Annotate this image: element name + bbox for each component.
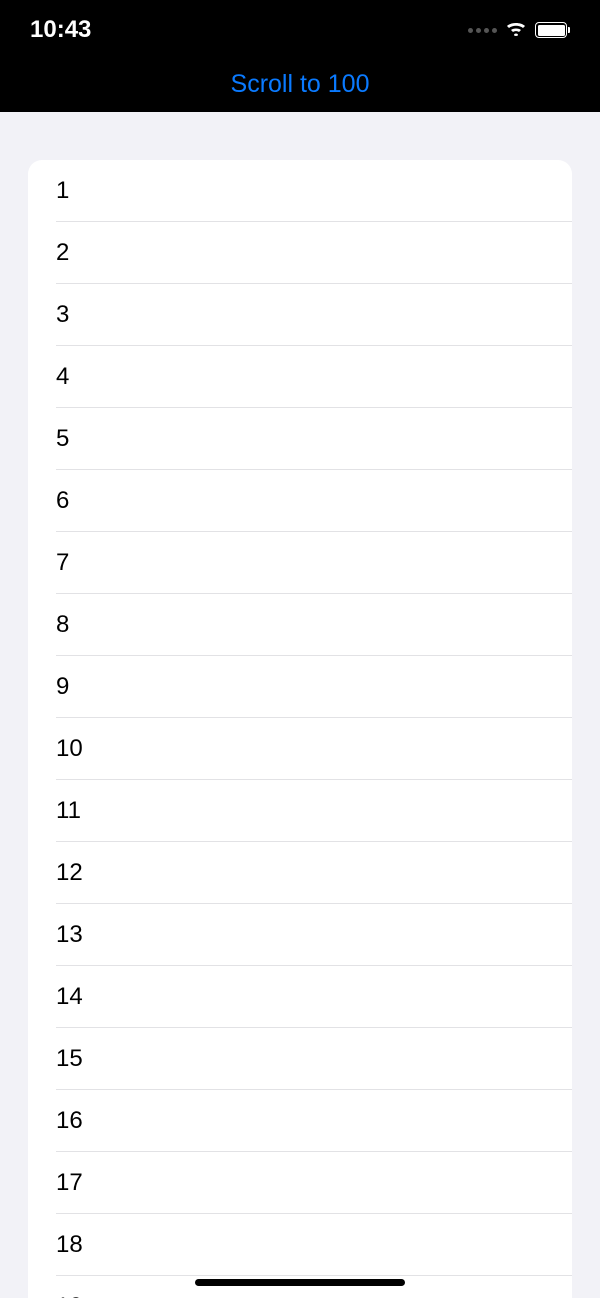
list-item[interactable]: 3 — [28, 284, 572, 346]
list-item[interactable]: 7 — [28, 532, 572, 594]
battery-icon — [535, 22, 570, 38]
list-item[interactable]: 8 — [28, 594, 572, 656]
list-item-label: 19 — [56, 1293, 83, 1298]
scroll-to-100-button[interactable]: Scroll to 100 — [231, 70, 370, 99]
list-item-label: 16 — [56, 1107, 83, 1135]
list-item-label: 1 — [56, 177, 69, 205]
cellular-dots-icon — [468, 28, 497, 33]
content-area[interactable]: 1 2 3 4 5 6 7 8 9 10 11 12 13 14 15 16 1… — [0, 112, 600, 1298]
list-item-label: 2 — [56, 239, 69, 267]
list-item-label: 15 — [56, 1045, 83, 1073]
status-time: 10:43 — [30, 16, 91, 44]
list-item-label: 18 — [56, 1231, 83, 1259]
list-item-label: 8 — [56, 611, 69, 639]
wifi-icon — [505, 20, 527, 41]
home-indicator[interactable] — [195, 1279, 405, 1286]
list-item[interactable]: 5 — [28, 408, 572, 470]
list-item-label: 12 — [56, 859, 83, 887]
list-item-label: 11 — [56, 797, 81, 825]
list-item-label: 5 — [56, 425, 69, 453]
list-item[interactable]: 2 — [28, 222, 572, 284]
list-item[interactable]: 18 — [28, 1214, 572, 1276]
list-item-label: 6 — [56, 487, 69, 515]
list-item[interactable]: 17 — [28, 1152, 572, 1214]
nav-bar: Scroll to 100 — [0, 60, 600, 112]
list-item-label: 7 — [56, 549, 69, 577]
list-item-label: 14 — [56, 983, 83, 1011]
list-item[interactable]: 13 — [28, 904, 572, 966]
list-item-label: 3 — [56, 301, 69, 329]
list-item-label: 9 — [56, 673, 69, 701]
list-item-label: 10 — [56, 735, 83, 763]
list-item-label: 17 — [56, 1169, 83, 1197]
list-item[interactable]: 1 — [28, 160, 572, 222]
status-bar: 10:43 — [0, 0, 600, 60]
list-item[interactable]: 12 — [28, 842, 572, 904]
list-item[interactable]: 11 — [28, 780, 572, 842]
list-item-label: 13 — [56, 921, 83, 949]
list-item[interactable]: 6 — [28, 470, 572, 532]
list-item-label: 4 — [56, 363, 69, 391]
list-item[interactable]: 15 — [28, 1028, 572, 1090]
list-item[interactable]: 4 — [28, 346, 572, 408]
status-indicators — [468, 20, 570, 41]
list-item[interactable]: 9 — [28, 656, 572, 718]
list-item[interactable]: 10 — [28, 718, 572, 780]
list-item[interactable]: 14 — [28, 966, 572, 1028]
list-container: 1 2 3 4 5 6 7 8 9 10 11 12 13 14 15 16 1… — [28, 160, 572, 1298]
list-item[interactable]: 16 — [28, 1090, 572, 1152]
